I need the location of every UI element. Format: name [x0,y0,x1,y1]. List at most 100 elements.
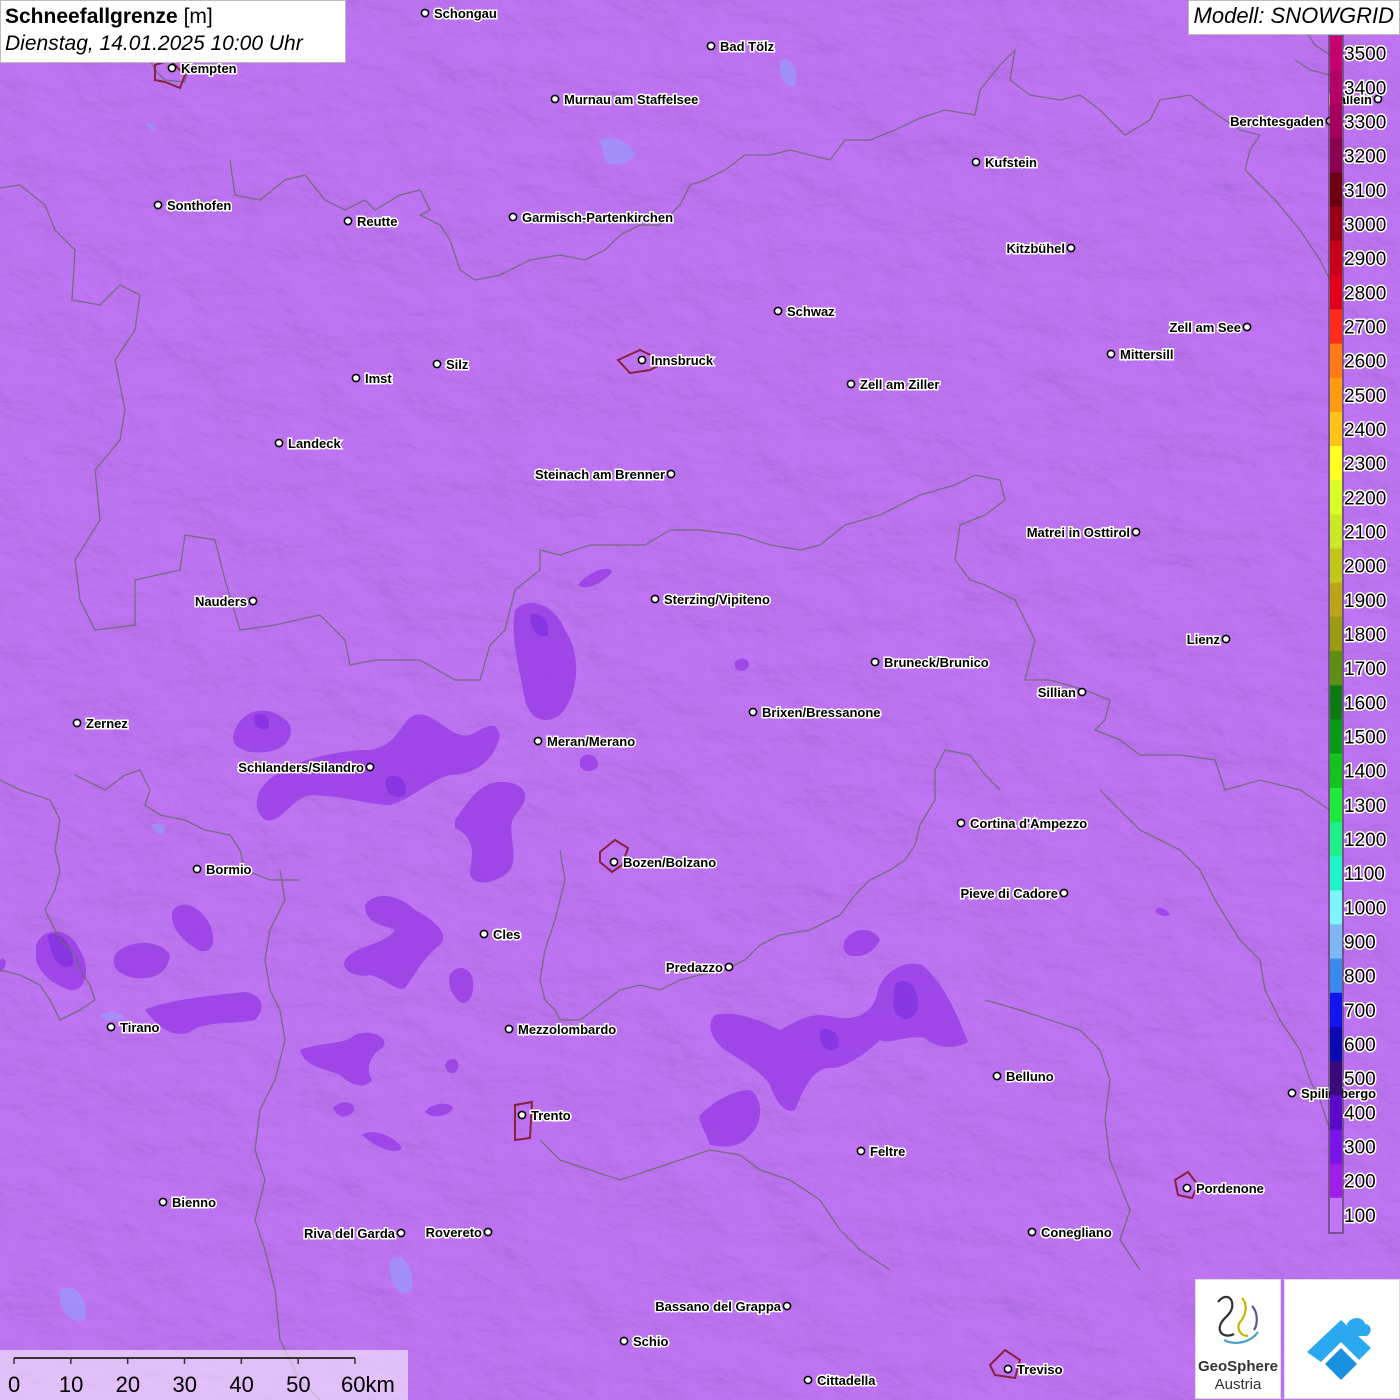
city-dot [971,157,981,167]
city-dot [956,818,966,828]
city-marker[interactable]: Bozen/Bolzano [609,854,718,872]
city-dot [870,657,880,667]
city-label: Cortina d'Ampezzo [970,816,1087,831]
city-marker[interactable]: Kitzbühel [1005,240,1076,258]
city-dot [351,373,361,383]
city-marker[interactable]: Bruneck/Brunico [870,654,990,672]
city-label: Tirano [120,1020,160,1035]
city-label: Pieve di Cadore [960,886,1058,901]
legend-label: 2800 [1344,283,1386,304]
city-dot [1242,322,1252,332]
city-label: Schio [633,1334,668,1349]
city-marker[interactable]: Bassano del Grappa [654,1298,792,1316]
legend-swatch [1330,958,1342,994]
scale-label: 20 [116,1372,140,1397]
legend-label: 300 [1344,1138,1376,1159]
city-marker[interactable]: Schlanders/Silandro [237,759,375,777]
city-dot [1066,243,1076,253]
city-dot [1182,1183,1192,1193]
city-label: Bad Tölz [720,39,775,54]
city-label: Bassano del Grappa [655,1299,781,1314]
legend-swatch [1330,70,1342,105]
city-label: Murnau am Staffelsee [564,92,698,107]
city-dot [619,1336,629,1346]
city-dot [992,1071,1002,1081]
city-marker[interactable]: Pordenone [1182,1180,1265,1198]
snowfall-limit-map[interactable]: Schongau Bad Tölz Kempten Murnau am Staffel… [0,0,1400,1400]
legend-swatch [1330,480,1342,515]
city-dot [248,596,258,606]
city-marker[interactable]: Brixen/Bressanone [748,704,882,722]
city-label: Schongau [434,6,497,21]
legend-swatch [1330,821,1342,857]
legend-swatch [1330,1026,1342,1062]
city-marker[interactable]: Matrei in Osttirol [1025,524,1141,542]
geosphere-logo[interactable]: GeoSphere Austria [1195,1279,1281,1399]
city-label: Treviso [1017,1362,1063,1377]
legend-swatch [1330,104,1342,140]
city-label: Zell am Ziller [860,377,939,392]
title-unit: [m] [183,5,213,28]
legend-label: 800 [1344,967,1376,988]
scale-label: 40 [229,1372,253,1397]
legend-label: 1000 [1344,898,1386,919]
legend-label: 2900 [1344,249,1386,270]
city-marker[interactable]: Murnau am Staffelsee [550,91,700,109]
city-marker[interactable]: Conegliano [1027,1224,1113,1242]
city-marker[interactable]: Rovereto [424,1224,493,1242]
legend-label: 2500 [1344,386,1386,407]
city-marker[interactable]: Riva del Garda [302,1225,406,1243]
city-label: Lienz [1187,632,1221,647]
legend-label: 1600 [1344,693,1386,714]
city-dot [192,864,202,874]
city-marker[interactable]: Cortina d'Ampezzo [956,815,1089,833]
city-marker[interactable]: Sterzing/Vipiteno [650,591,771,609]
legend-label: 500 [1344,1069,1376,1090]
legend-swatch [1330,36,1342,71]
city-dot [72,718,82,728]
legend-label: 600 [1344,1035,1376,1056]
city-label: Zell am See [1169,320,1241,335]
city-dot [1059,888,1069,898]
legend-swatch [1330,1163,1342,1199]
city-dot [533,736,543,746]
city-label: Kufstein [985,155,1037,170]
legend-swatch [1330,582,1342,618]
city-marker[interactable]: Mezzolombardo [504,1021,618,1039]
city-marker[interactable]: Garmisch-Partenkirchen [508,209,675,227]
scale-label: 60km [341,1372,395,1397]
weather-app-logo[interactable] [1284,1279,1400,1399]
city-label: Steinach am Brenner [535,467,665,482]
city-marker[interactable]: Steinach am Brenner [533,466,676,484]
city-marker[interactable]: Pieve di Cadore [959,885,1069,903]
city-dot [343,216,353,226]
city-label: Meran/Merano [547,734,635,749]
city-dot [158,1197,168,1207]
city-label: Innsbruck [651,353,714,368]
city-dot [846,379,856,389]
legend-swatch [1330,890,1342,925]
legend-label: 1500 [1344,728,1386,749]
legend-label: 1700 [1344,659,1386,680]
city-dot [167,63,177,73]
legend-label: 2400 [1344,420,1386,441]
legend-label: 3200 [1344,147,1386,168]
city-marker[interactable]: Predazzo [664,959,734,977]
legend-swatch [1330,343,1342,379]
city-marker[interactable]: Zell am Ziller [846,376,941,394]
city-dot [773,306,783,316]
legend-swatch [1330,411,1342,447]
legend-label: 3100 [1344,181,1386,202]
city-label: Sonthofen [167,198,231,213]
city-dot [274,438,284,448]
city-dot [504,1024,514,1034]
legend-swatch [1330,651,1342,686]
city-marker[interactable]: Meran/Merano [533,733,637,751]
city-dot [365,762,375,772]
city-marker[interactable]: Berchtesgaden [1229,113,1335,131]
city-label: Mittersill [1120,347,1173,362]
legend-label: 400 [1344,1103,1376,1124]
legend-label: 2000 [1344,557,1386,578]
city-marker[interactable]: Zell am See [1168,319,1252,337]
city-dot [706,41,716,51]
